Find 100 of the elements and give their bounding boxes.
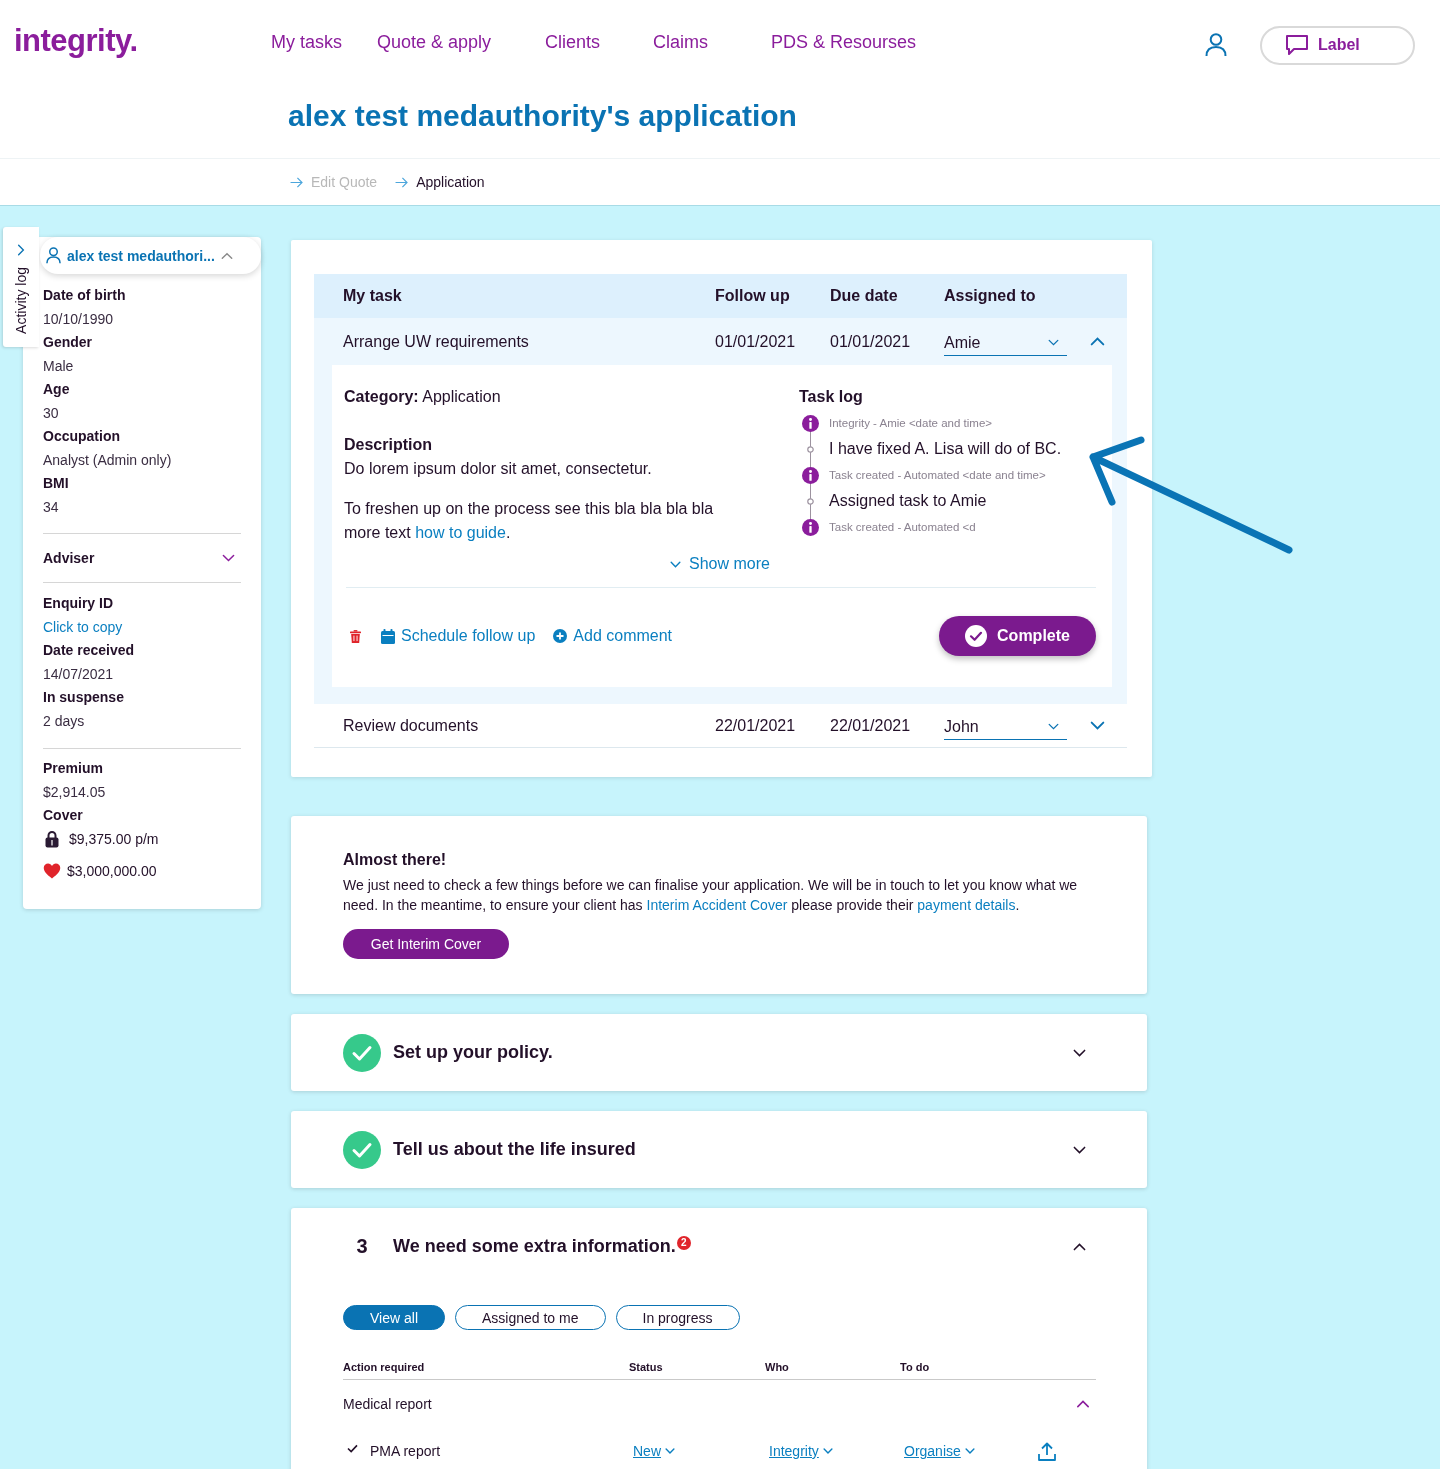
page-title: alex test medauthority's application [288, 98, 797, 134]
nav-link[interactable]: My tasks [271, 31, 342, 53]
field-label: BMI [43, 474, 70, 493]
step-title: We need some extra information. [393, 1236, 676, 1257]
padlock-icon [45, 830, 59, 848]
cover-amount: $9,375.00 p/m [69, 831, 159, 847]
heart-icon [43, 863, 61, 879]
field-value: Analyst (Admin only) [43, 451, 173, 470]
description-heading: Description [344, 435, 433, 455]
column-header: Assigned to [944, 287, 1037, 305]
field-value: 30 [43, 404, 60, 423]
chevron-right-icon [17, 244, 25, 256]
assignee-dropdown[interactable]: John [944, 717, 1067, 740]
category-text: Category: Application [344, 387, 502, 407]
plus-circle-icon [553, 629, 568, 643]
step-number: 3 [355, 1235, 369, 1258]
field-value: 14/07/2021 [43, 665, 115, 684]
cover-amount: $3,000,000.00 [67, 863, 157, 879]
column-header: To do [900, 1361, 931, 1373]
table-cell-text: 22/01/2021 [830, 716, 912, 735]
filter-tab[interactable]: In progress [615, 1305, 740, 1330]
label-button[interactable]: Label [1260, 25, 1415, 65]
speech-bubble-icon [1286, 35, 1308, 55]
nav-link[interactable]: Quote & apply [377, 31, 492, 53]
table-cell-text: Review documents [343, 716, 480, 735]
column-header: Status [629, 1361, 664, 1373]
field-label: Cover [43, 806, 84, 825]
activity-log-tab[interactable]: Activity log [3, 227, 39, 347]
column-header: Action required [343, 1361, 426, 1373]
arrow-right-icon [290, 176, 303, 188]
arrow-right-icon [395, 176, 409, 188]
log-meta-text: Task created - Automated <date and time> [829, 469, 1046, 481]
log-message: I have fixed A. Lisa will do of BC. [829, 440, 1062, 458]
field-label: In suspense [43, 688, 125, 707]
chevron-down-icon [1048, 723, 1059, 730]
field-label: Age [43, 380, 71, 399]
field-label: Date received [43, 641, 136, 660]
complete-button[interactable]: Complete [939, 616, 1096, 656]
log-meta-text: Integrity - Amie <date and time> [829, 417, 992, 429]
nav-link[interactable]: Claims [653, 31, 708, 53]
field-value: Male [43, 357, 75, 376]
nav-link[interactable]: PDS & Resourses [771, 31, 917, 53]
chevron-up-icon[interactable] [1076, 1399, 1090, 1408]
field-label: Occupation [43, 427, 121, 446]
user-icon[interactable] [1205, 33, 1227, 57]
column-header: Who [765, 1361, 790, 1373]
task-row[interactable]: Arrange UW requirements 01/01/2021 01/01/2021 Amie [314, 318, 1127, 365]
field-label: Enquiry ID [43, 594, 114, 613]
filter-tab[interactable]: View all [343, 1305, 445, 1330]
trash-icon[interactable] [350, 629, 361, 643]
task-log-heading: Task log [799, 387, 864, 407]
chevron-down-icon [670, 560, 682, 568]
upload-icon[interactable] [1038, 1441, 1056, 1461]
status-dropdown[interactable]: New [629, 1443, 675, 1459]
description-text: Do lorem ipsum dolor sit amet, consectetur. [344, 459, 653, 479]
log-message: Assigned task to Amie [829, 492, 987, 510]
adviser-toggle[interactable]: Adviser [43, 546, 241, 570]
chevron-down-icon[interactable] [1073, 1048, 1086, 1057]
field-label: Date of birth [43, 286, 127, 305]
logo[interactable]: integrity. [0, 23, 271, 59]
chevron-down-icon[interactable] [1073, 1145, 1086, 1154]
column-header: Due date [830, 287, 899, 305]
notice-text: We just need to check a few things before we can finalise your application. We will be in touch to let you know what we need. In the meantime, to ensure your client has Interim Accident Cover please provide their payment details. [343, 876, 1079, 915]
info-icon [802, 518, 819, 536]
table-cell-text: 01/01/2021 [715, 332, 797, 351]
who-dropdown[interactable]: Integrity [765, 1443, 833, 1459]
chevron-down-icon [665, 1448, 675, 1454]
breadcrumb-link[interactable]: Application [395, 174, 485, 190]
field-value: 2 days [43, 712, 86, 731]
table-cell-text: 01/01/2021 [830, 332, 912, 351]
copy-link[interactable]: Click to copy [43, 615, 123, 639]
nav-link[interactable]: Clients [545, 31, 601, 53]
notice-title: Almost there! [343, 850, 448, 870]
column-header: My task [343, 287, 403, 305]
requirement-name: PMA report [370, 1443, 441, 1459]
group-name: Medical report [343, 1395, 432, 1412]
schedule-follow-up-link[interactable]: Schedule follow up [381, 627, 536, 645]
guide-link[interactable]: how to guide [415, 524, 506, 541]
get-interim-cover-button[interactable]: Get Interim Cover [343, 929, 509, 959]
table-cell-text: Arrange UW requirements [343, 332, 530, 351]
chevron-up-icon[interactable] [1073, 1242, 1086, 1251]
person-icon [46, 247, 61, 264]
column-header: Follow up [715, 287, 791, 305]
chevron-down-icon [1048, 339, 1059, 346]
notification-badge: 2 [676, 1235, 691, 1250]
field-label: Gender [43, 333, 93, 352]
client-name-header[interactable]: alex test medauthori... [40, 237, 261, 274]
inline-link[interactable]: Interim Accident Cover [646, 897, 788, 913]
check-circle-icon [965, 625, 988, 647]
guide-text: To freshen up on the process see this bla bla bla bla more text how to guide. [344, 499, 715, 543]
filter-tab[interactable]: Assigned to me [455, 1305, 606, 1330]
to-do-dropdown[interactable]: Organise [900, 1443, 975, 1459]
calendar-icon [381, 628, 395, 644]
add-comment-link[interactable]: Add comment [553, 627, 673, 645]
assignee-dropdown[interactable]: Amie [944, 333, 1067, 356]
step-title: Set up your policy. [393, 1042, 553, 1063]
show-more-link[interactable]: Show more [670, 553, 770, 575]
field-value: 34 [43, 498, 60, 517]
field-value: 10/10/1990 [43, 310, 115, 329]
log-meta-text: Task created - Automated <d [829, 521, 976, 533]
